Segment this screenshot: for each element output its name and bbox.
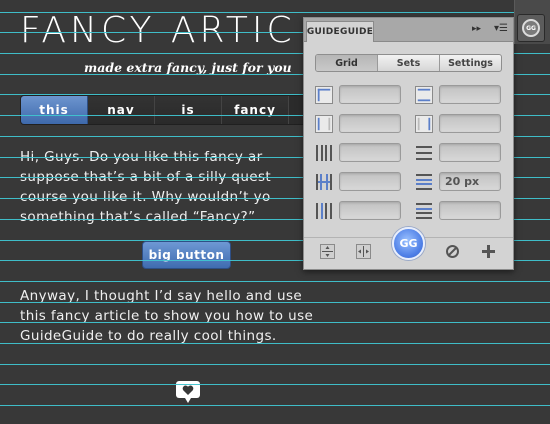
margin-edge-icon: [415, 115, 433, 133]
bottom-margin-field[interactable]: [439, 114, 501, 133]
panel-mode-switch: Grid Sets Settings: [315, 54, 502, 72]
panel-tab-guideguide[interactable]: GUIDEGUIDE: [306, 21, 374, 42]
top-margin-field[interactable]: [439, 85, 501, 104]
margin-left-right-icon: [315, 86, 333, 104]
make-guides-button[interactable]: GG: [392, 227, 425, 260]
rows-field[interactable]: [439, 143, 501, 162]
columns-icon: [316, 145, 332, 161]
guide-line: [0, 384, 550, 385]
row-height-field[interactable]: 20 px: [439, 172, 501, 191]
nav-item-this[interactable]: this: [21, 96, 88, 124]
document-canvas: FANCY ARTIC made extra fancy, just for y…: [0, 0, 550, 424]
guide-line: [0, 281, 550, 282]
article-paragraph-2: Anyway, I thought I’d say hello and use …: [20, 286, 313, 346]
paragraph-line: Hi, Guys. Do you like this fancy ar: [20, 149, 263, 165]
panel-menu-icon[interactable]: ▾☰: [494, 23, 508, 34]
tab-grid[interactable]: Grid: [316, 55, 378, 71]
margin-top-bottom-icon: [415, 86, 433, 104]
paragraph-line: course you like it. Why wouldn’t yo: [20, 189, 271, 205]
right-margin-field[interactable]: [339, 114, 401, 133]
paragraph-line: Anyway, I thought I’d say hello and use: [20, 288, 303, 304]
big-button[interactable]: big button: [142, 241, 231, 269]
nav-item-nav[interactable]: nav: [88, 96, 155, 124]
vertical-midpoint-icon[interactable]: [356, 244, 371, 259]
article-title: FANCY ARTIC: [20, 10, 296, 51]
add-guides-icon[interactable]: [481, 244, 496, 259]
guideguide-dock-icon: GG: [522, 19, 540, 37]
clear-guides-icon[interactable]: [445, 244, 460, 259]
guideguide-dock-button[interactable]: GG: [517, 14, 545, 42]
column-width-field[interactable]: [339, 172, 401, 191]
row-height-icon: [416, 174, 432, 190]
article-subtitle: made extra fancy, just for you: [84, 60, 292, 75]
guide-line: [0, 405, 550, 406]
column-width-icon: [316, 174, 332, 190]
guide-line: [0, 364, 550, 365]
guideguide-panel: GUIDEGUIDE ▸▸ ▾☰ Grid Sets Settings 20 p…: [303, 17, 514, 270]
nav-item-is[interactable]: is: [155, 96, 222, 124]
paragraph-line: suppose that’s a bit of a silly quest: [20, 169, 272, 185]
left-margin-field[interactable]: [339, 85, 401, 104]
horizontal-midpoint-icon[interactable]: [320, 244, 335, 259]
row-gutter-field[interactable]: [439, 201, 501, 220]
margin-side-icon: [315, 115, 333, 133]
columns-field[interactable]: [339, 143, 401, 162]
collapse-panel-icon[interactable]: ▸▸: [472, 24, 481, 34]
tab-settings[interactable]: Settings: [440, 55, 501, 71]
rows-icon: [416, 146, 432, 160]
gutter-field[interactable]: [339, 201, 401, 220]
paragraph-line: this fancy article to show you how to us…: [20, 308, 314, 324]
row-gutter-icon: [416, 203, 432, 219]
heart-bubble-icon[interactable]: [175, 380, 201, 404]
paragraph-line: GuideGuide to do really cool things.: [20, 328, 277, 344]
article-paragraph-1: Hi, Guys. Do you like this fancy ar supp…: [20, 147, 303, 227]
nav-item-fancy[interactable]: fancy: [222, 96, 289, 124]
tab-sets[interactable]: Sets: [378, 55, 440, 71]
paragraph-line: something that’s called “Fancy?”: [20, 209, 256, 225]
fancy-nav: this nav is fancy: [20, 95, 310, 125]
gutter-icon: [316, 203, 332, 219]
